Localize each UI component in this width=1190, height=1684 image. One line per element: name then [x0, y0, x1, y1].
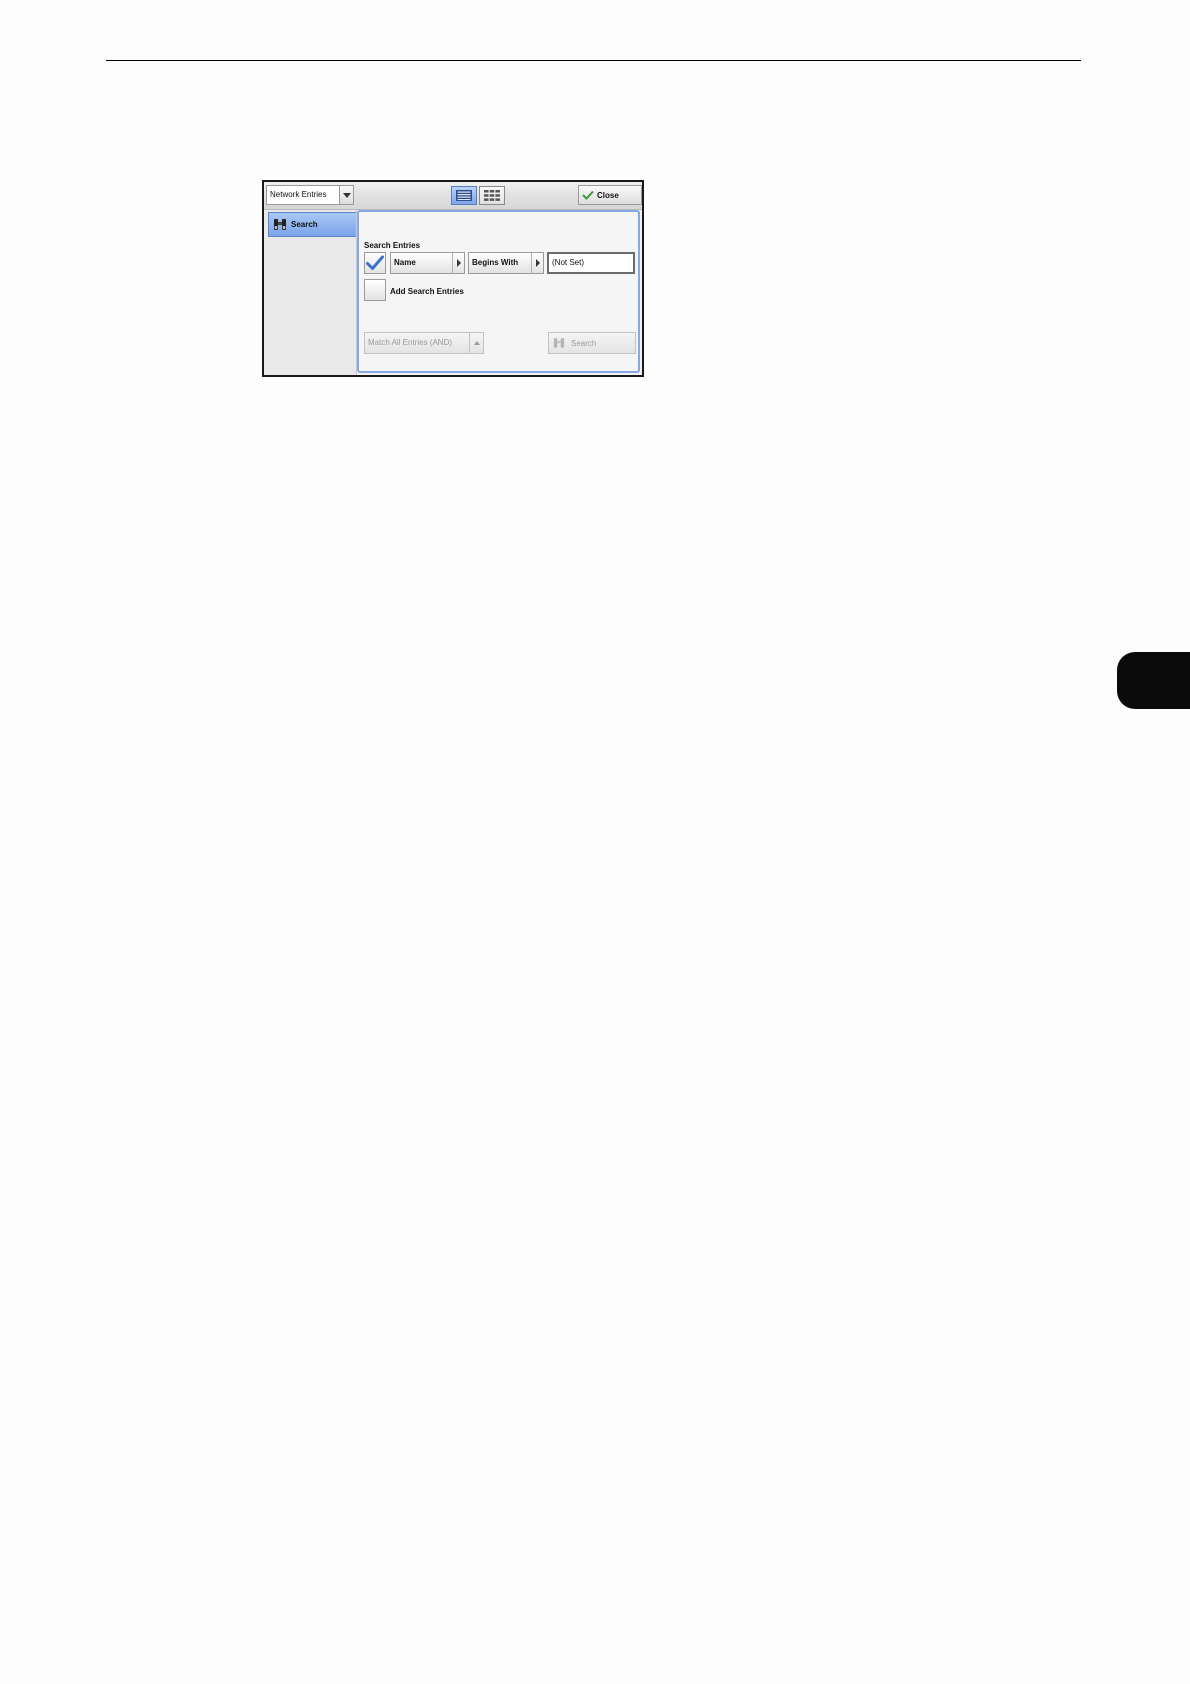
binoculars-icon — [553, 338, 565, 348]
chapter-tab — [1117, 652, 1190, 709]
condition-select[interactable]: Begins With — [468, 252, 544, 274]
chevron-right-icon[interactable] — [452, 253, 464, 273]
search-button-label: Search — [571, 338, 597, 348]
field-select[interactable]: Name — [390, 252, 465, 274]
address-book-select-label: Network Entries — [270, 190, 327, 199]
search-entry-checkbox[interactable] — [364, 252, 386, 274]
list-view-icon — [456, 190, 472, 201]
close-button-label: Close — [597, 190, 619, 200]
match-mode-label: Match All Entries (AND) — [368, 338, 453, 347]
section-title: Search Entries — [364, 241, 421, 250]
check-icon — [582, 190, 594, 200]
address-book-screen: Network Entries Close Search Search Entr… — [262, 180, 644, 377]
chevron-right-icon[interactable] — [531, 253, 543, 273]
field-select-label: Name — [394, 258, 416, 267]
search-value-field[interactable]: (Not Set) — [547, 252, 635, 274]
match-mode-select[interactable]: Match All Entries (AND) — [364, 332, 484, 354]
add-search-entries-label: Add Search Entries — [390, 287, 464, 296]
add-search-entries-checkbox[interactable] — [364, 279, 386, 301]
sidebar-item-search[interactable]: Search — [268, 212, 356, 237]
binoculars-icon — [274, 219, 286, 230]
chevron-down-icon[interactable] — [339, 186, 353, 204]
sidebar-item-label: Search — [291, 220, 318, 229]
check-icon — [366, 255, 384, 270]
grid-view-icon — [484, 190, 500, 201]
grid-view-button[interactable] — [479, 186, 505, 205]
page-header-rule — [106, 60, 1081, 61]
address-book-select[interactable]: Network Entries — [266, 185, 354, 205]
search-button[interactable]: Search — [548, 332, 636, 354]
condition-select-label: Begins With — [472, 258, 519, 267]
view-toggle — [451, 186, 505, 205]
list-view-button[interactable] — [451, 186, 477, 205]
chevron-up-icon[interactable] — [469, 333, 483, 353]
close-button[interactable]: Close — [578, 185, 642, 205]
top-bar: Network Entries Close — [264, 182, 642, 210]
sidebar: Search — [264, 210, 357, 375]
search-panel: Search Entries Name Begins With (Not Set… — [357, 210, 640, 373]
